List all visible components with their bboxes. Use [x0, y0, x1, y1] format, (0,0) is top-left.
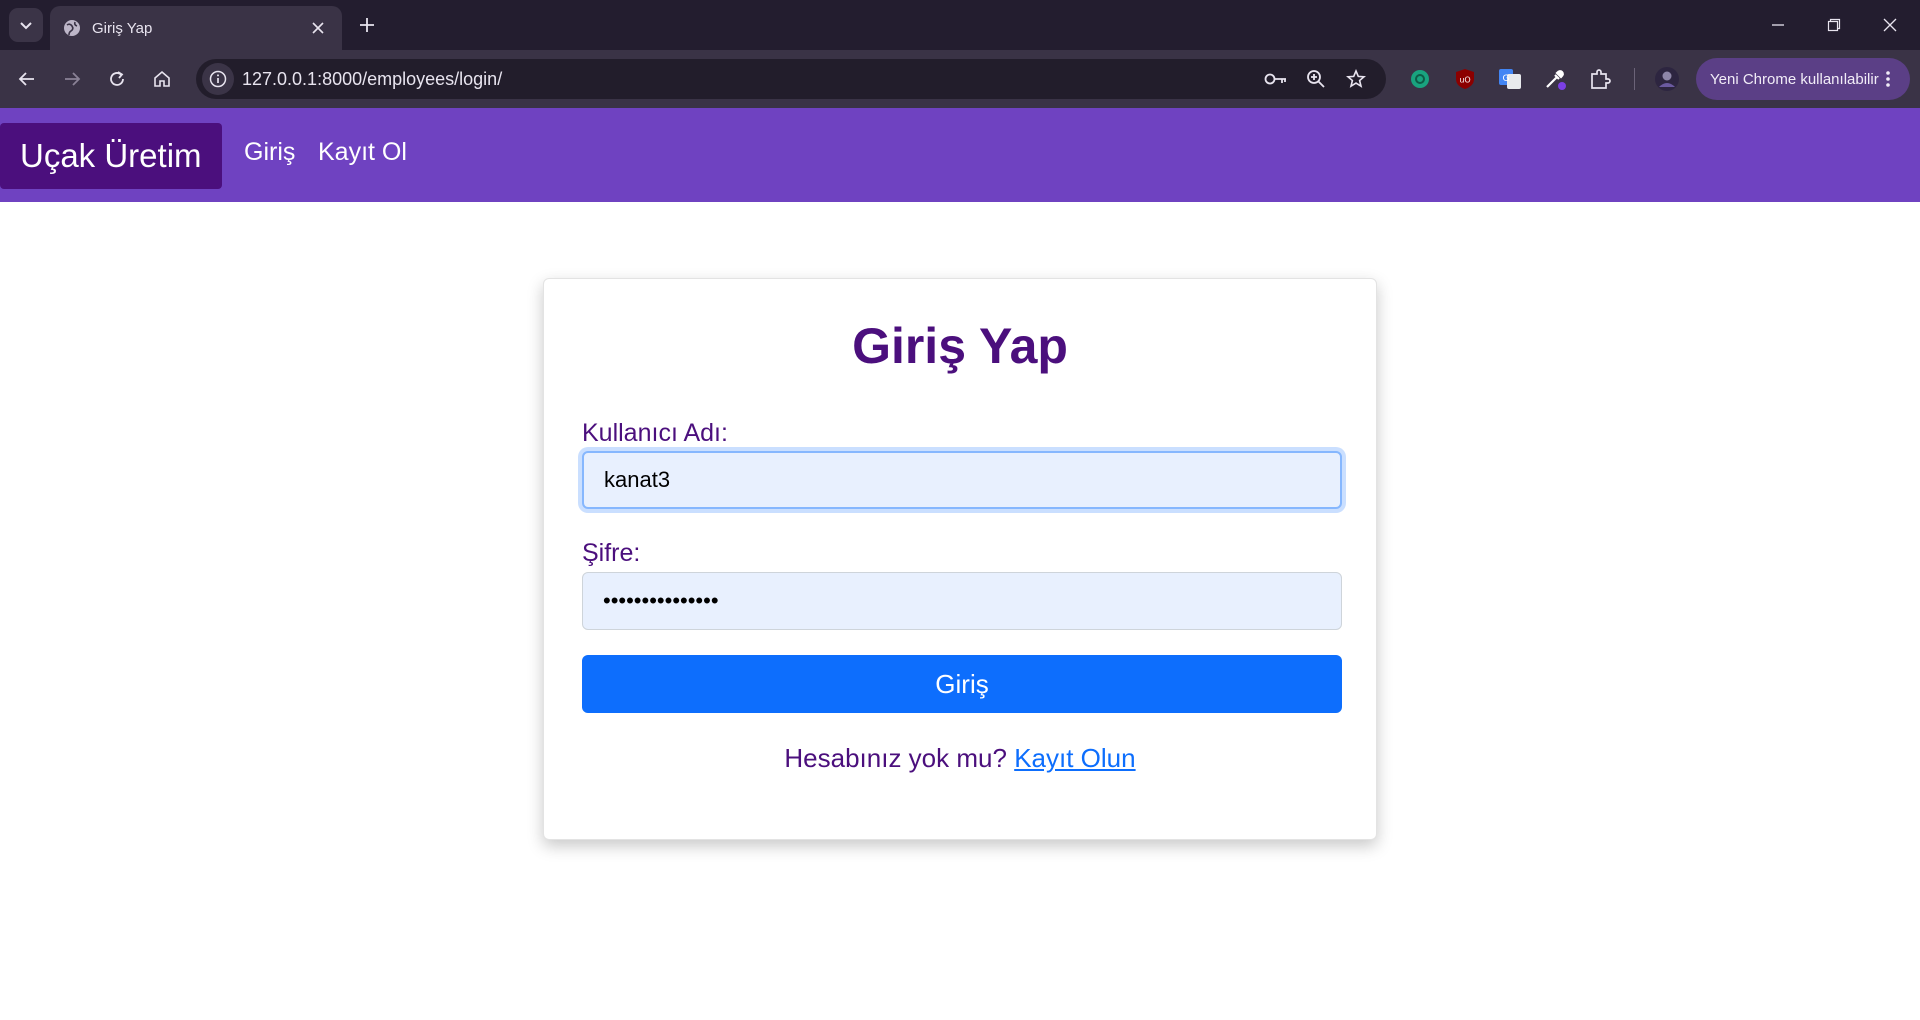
- home-button[interactable]: [145, 62, 179, 96]
- close-icon: [1883, 18, 1897, 32]
- chevron-down-icon: [20, 22, 32, 30]
- bookmark-button[interactable]: [1342, 65, 1370, 93]
- back-button[interactable]: [10, 62, 44, 96]
- tab-search-button[interactable]: [9, 8, 43, 42]
- minimize-button[interactable]: [1750, 0, 1806, 50]
- zoom-button[interactable]: [1302, 65, 1330, 93]
- svg-text:uO: uO: [1459, 76, 1470, 85]
- signup-prompt-line: Hesabınız yok mu? Kayıt Olun: [544, 743, 1376, 774]
- browser-tabstrip: Giriş Yap: [0, 0, 1920, 50]
- login-button[interactable]: Giriş: [582, 655, 1342, 713]
- tab-title: Giriş Yap: [92, 19, 153, 37]
- password-input[interactable]: •••••••••••••••: [582, 572, 1342, 630]
- eyedropper-icon[interactable]: [1540, 64, 1570, 94]
- ublock-icon[interactable]: uO: [1450, 64, 1480, 94]
- browser-tab[interactable]: Giriş Yap: [50, 6, 342, 50]
- browser-toolbar: 127.0.0.1:8000/employees/login/ uO G Yen…: [0, 50, 1920, 108]
- translate-icon[interactable]: G: [1495, 64, 1525, 94]
- nav-link-giris[interactable]: Giriş: [244, 138, 295, 167]
- site-info-button[interactable]: [202, 63, 234, 95]
- puzzle-icon[interactable]: [1585, 64, 1615, 94]
- plus-icon: [360, 18, 374, 32]
- forward-button[interactable]: [55, 62, 89, 96]
- username-label: Kullanıcı Adı:: [582, 419, 728, 447]
- page-title: Giriş Yap: [852, 318, 1068, 374]
- chatgpt-icon[interactable]: [1405, 64, 1435, 94]
- avatar-icon[interactable]: [1652, 64, 1682, 94]
- nav-link-kayit-ol[interactable]: Kayıt Ol: [318, 138, 407, 167]
- password-value: •••••••••••••••: [603, 588, 719, 613]
- username-input[interactable]: kanat3: [582, 451, 1342, 509]
- close-window-button[interactable]: [1862, 0, 1918, 50]
- new-tab-button[interactable]: [352, 10, 382, 40]
- info-icon: [209, 70, 227, 88]
- signup-prompt: Hesabınız yok mu?: [784, 743, 1007, 773]
- chrome-update-button[interactable]: Yeni Chrome kullanılabilir: [1696, 58, 1910, 100]
- close-icon[interactable]: [306, 16, 330, 40]
- arrow-left-icon: [18, 72, 34, 86]
- reload-icon: [110, 71, 124, 86]
- update-label: Yeni Chrome kullanılabilir: [1710, 70, 1879, 88]
- more-vert-icon[interactable]: [1876, 67, 1900, 91]
- address-bar[interactable]: 127.0.0.1:8000/employees/login/: [196, 59, 1386, 99]
- reload-button[interactable]: [100, 62, 134, 96]
- home-icon: [154, 70, 170, 87]
- brand-link[interactable]: Uçak Üretim: [0, 123, 222, 189]
- arrow-right-icon: [65, 72, 81, 86]
- minimize-icon: [1772, 24, 1784, 26]
- restore-icon: [1827, 18, 1841, 32]
- key-icon: [1264, 73, 1286, 85]
- signup-link[interactable]: Kayıt Olun: [1014, 743, 1135, 773]
- zoom-icon: [1307, 70, 1325, 88]
- password-manager-button[interactable]: [1262, 65, 1290, 93]
- url-text[interactable]: 127.0.0.1:8000/employees/login/: [242, 69, 502, 90]
- svg-text:G: G: [1503, 74, 1510, 84]
- login-card: Giriş Yap Kullanıcı Adı: kanat3 Şifre: •…: [543, 278, 1377, 840]
- username-value: kanat3: [604, 467, 671, 492]
- restore-button[interactable]: [1806, 0, 1862, 50]
- toolbar-divider: [1634, 68, 1635, 90]
- star-icon: [1346, 69, 1366, 88]
- globe-icon: [62, 18, 82, 38]
- site-navbar: Uçak Üretim Giriş Kayıt Ol: [0, 108, 1920, 202]
- password-label: Şifre:: [582, 539, 641, 567]
